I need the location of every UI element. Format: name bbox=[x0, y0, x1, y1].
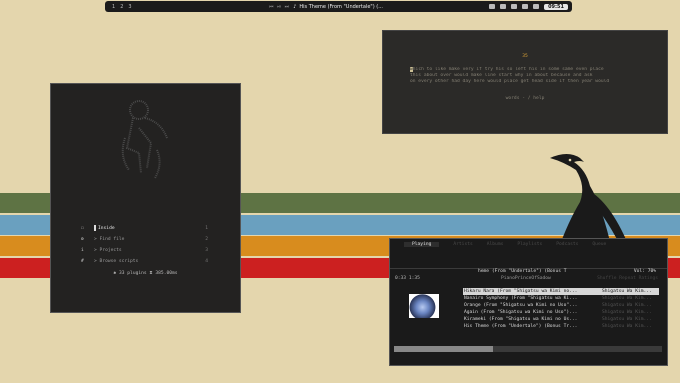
text-line-3: on every other had day here would place … bbox=[410, 79, 610, 84]
album-cover-image bbox=[409, 294, 439, 318]
gear-icon: ⚙ bbox=[81, 237, 84, 242]
track-time: 0:33 1:35 bbox=[395, 276, 420, 281]
hash-icon: # bbox=[81, 259, 84, 264]
player-tabs: Playing Artists Albums Playlists Podcast… bbox=[404, 242, 606, 247]
network-icon[interactable] bbox=[489, 4, 496, 9]
tab-artists[interactable]: Artists bbox=[453, 242, 472, 247]
tab-playing[interactable]: Playing bbox=[404, 242, 440, 247]
menu-item-projects[interactable]: i > Projects 3 bbox=[51, 245, 240, 256]
track-row[interactable]: His Theme (From "Undertale") (Bonus Tr..… bbox=[463, 323, 659, 330]
tab-queue[interactable]: Queue bbox=[592, 242, 606, 247]
startup-stats: ✱ 33 plugins ⧗ 385.00ms bbox=[113, 271, 178, 276]
bluetooth-icon[interactable] bbox=[511, 4, 518, 9]
track-row[interactable]: Orange (From "Shigatsu wa Kimi no Uso"..… bbox=[463, 302, 659, 309]
track-row[interactable]: Again (From "Shigatsu wa Kimi no Uso")..… bbox=[463, 309, 659, 316]
menu-item-label: > Projects bbox=[94, 248, 122, 253]
info-icon: i bbox=[81, 248, 84, 253]
track-row[interactable]: Nanairo Symphony (From "Shigatsu wa Ki..… bbox=[463, 295, 659, 302]
tab-albums[interactable]: Albums bbox=[487, 242, 504, 247]
workspace-1[interactable]: 1 bbox=[112, 4, 115, 10]
dashboard-window[interactable]: ☐ Inside 1 ⚙ > Find file 2 i > Projects … bbox=[50, 83, 241, 313]
menu-item-label: Inside bbox=[98, 226, 115, 231]
menu-item-key: 1 bbox=[205, 226, 208, 231]
typing-test-window[interactable]: 35 which to like make very if try his so… bbox=[382, 30, 668, 134]
menu-item-inside[interactable]: ☐ Inside 1 bbox=[51, 223, 240, 234]
notifications-icon[interactable] bbox=[533, 4, 540, 9]
workspace-switcher: 1 2 3 bbox=[112, 4, 132, 10]
editor-footer: words - / help bbox=[505, 96, 545, 101]
music-note-icon: ♪ bbox=[293, 3, 297, 10]
typing-text-area[interactable]: which to like make very if try his so le… bbox=[410, 67, 642, 85]
progress-fill bbox=[394, 346, 494, 352]
menu-item-label: > Find file bbox=[94, 237, 125, 242]
current-track-title: heme (From "Undertale") (Bonus T bbox=[478, 269, 567, 274]
menu-item-browse-scripts[interactable]: # > Browse scripts 4 bbox=[51, 256, 240, 267]
window-icon: ☐ bbox=[81, 226, 84, 231]
menu-item-find-file[interactable]: ⚙ > Find file 2 bbox=[51, 234, 240, 245]
workspace-3[interactable]: 3 bbox=[128, 4, 131, 10]
playback-options[interactable]: Shuffle Repeat Ratings bbox=[597, 276, 658, 281]
volume-icon[interactable] bbox=[500, 4, 507, 9]
music-player-window[interactable]: Playing Artists Albums Playlists Podcast… bbox=[389, 238, 668, 366]
tab-podcasts[interactable]: Podcasts bbox=[556, 242, 578, 247]
selection-indicator bbox=[94, 224, 96, 231]
current-track-artist: PianoPrinceOfSadow bbox=[501, 276, 551, 281]
track-row[interactable]: Hikaru Nara (From "Shigatsu wa Kimi no..… bbox=[463, 288, 659, 295]
media-controls[interactable]: ⏮ ⏯ ⏭ bbox=[269, 4, 290, 10]
clock[interactable]: 09:51 bbox=[544, 3, 568, 10]
menu-item-key: 3 bbox=[205, 248, 208, 253]
battery-icon[interactable] bbox=[522, 4, 529, 9]
track-list: Hikaru Nara (From "Shigatsu wa Kimi no..… bbox=[463, 288, 659, 330]
menu-item-label: > Browse scripts bbox=[94, 259, 139, 264]
status-bar: 1 2 3 ⏮ ⏯ ⏭ ♪ His Theme (From "Undertale… bbox=[105, 1, 572, 12]
ascii-art-logo bbox=[121, 100, 168, 179]
now-playing-widget[interactable]: ⏮ ⏯ ⏭ ♪ His Theme (From "Undertale") (..… bbox=[269, 4, 383, 10]
track-row[interactable]: Kirameki (From "Shigatsu wa Kimi no Us..… bbox=[463, 316, 659, 323]
volume-level[interactable]: Vol: 70% bbox=[634, 269, 656, 274]
system-tray: 09:51 bbox=[489, 3, 568, 10]
penguin-logo bbox=[550, 154, 628, 250]
tab-playlists[interactable]: Playlists bbox=[517, 242, 542, 247]
dashboard-menu: ☐ Inside 1 ⚙ > Find file 2 i > Projects … bbox=[51, 223, 240, 267]
now-playing-title: His Theme (From "Undertale") (... bbox=[299, 3, 383, 10]
word-counter: 35 bbox=[522, 54, 528, 59]
menu-item-key: 4 bbox=[205, 259, 208, 264]
workspace-2[interactable]: 2 bbox=[120, 4, 123, 10]
menu-item-key: 2 bbox=[205, 237, 208, 242]
progress-bar[interactable] bbox=[394, 346, 662, 352]
